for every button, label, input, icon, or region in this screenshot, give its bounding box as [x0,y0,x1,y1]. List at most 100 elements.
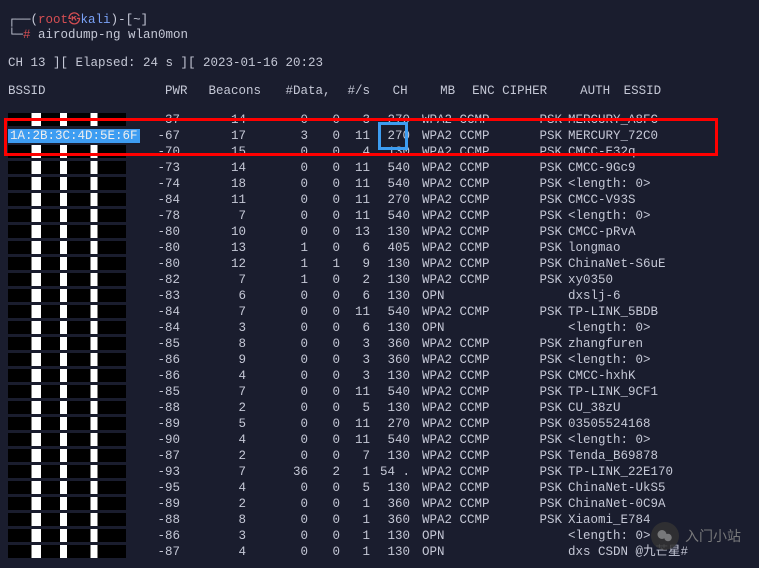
auth-cell: PSK [516,512,562,528]
enc-cell: WPA2 CCMP [410,304,516,320]
beacons-cell: 15 [180,144,246,160]
pwr-cell: -73 [138,160,180,176]
essid-cell: <length: 0> [562,176,728,192]
ch-cell: 5 [340,400,370,416]
bssid-cell [8,496,138,512]
ch-cell: 1 [340,496,370,512]
ch-cell: 1 [340,544,370,560]
ch-cell: 11 [340,304,370,320]
essid-cell: <length: 0> [562,320,728,336]
mb-cell: 130 [370,288,410,304]
enc-cell: WPA2 CCMP [410,160,516,176]
data-cell: 0 [246,336,308,352]
data-cell: 0 [246,528,308,544]
beacons-cell: 14 [180,112,246,128]
mb-cell: 360 [370,352,410,368]
beacons-cell: 10 [180,224,246,240]
ch-cell: 6 [340,320,370,336]
auth-cell: PSK [516,368,562,384]
beacons-cell: 11 [180,192,246,208]
network-row: -874001130OPNdxs CSDN @九芒星# [8,544,751,560]
pwr-cell: -90 [138,432,180,448]
airodump-status: CH 13 ][ Elapsed: 24 s ][ 2023-01-16 20:… [8,56,751,70]
network-row: -827102130WPA2 CCMPPSKxy0350 [8,272,751,288]
essid-cell: CMCC-E32q [562,144,728,160]
mb-cell: 130 [370,144,410,160]
beacons-cell: 18 [180,176,246,192]
beacons-cell: 6 [180,288,246,304]
mb-cell: 270 [370,416,410,432]
essid-cell: <length: 0> [562,352,728,368]
ch-cell: 5 [340,480,370,496]
ch-cell: 1 [340,512,370,528]
ch-cell: 1 [340,528,370,544]
bssid-cell [8,512,138,528]
ch-cell: 3 [340,368,370,384]
mb-cell: 270 [370,112,410,128]
beacons-cell: 9 [180,352,246,368]
ch-cell: 11 [340,432,370,448]
ch-cell: 3 [340,352,370,368]
beacons-cell: 2 [180,496,246,512]
auth-cell: PSK [516,160,562,176]
mb-cell: 130 [370,448,410,464]
beacons-cell: 7 [180,272,246,288]
enc-cell: OPN [410,320,516,336]
beacons-cell: 4 [180,432,246,448]
auth-cell: PSK [516,224,562,240]
bssid-cell [8,464,138,480]
data-cell: 0 [246,496,308,512]
enc-cell: WPA2 CCMP [410,432,516,448]
s-cell: 2 [308,464,340,480]
s-cell: 0 [308,304,340,320]
mb-cell: 360 [370,336,410,352]
essid-cell: zhangfuren [562,336,728,352]
auth-cell: PSK [516,400,562,416]
data-cell: 0 [246,304,308,320]
enc-cell: WPA2 CCMP [410,400,516,416]
ch-cell: 1 [340,464,370,480]
auth-cell: PSK [516,496,562,512]
beacons-cell: 4 [180,480,246,496]
enc-cell: WPA2 CCMP [410,336,516,352]
s-cell: 0 [308,288,340,304]
s-cell: 0 [308,432,340,448]
beacons-cell: 4 [180,368,246,384]
pwr-cell: -88 [138,400,180,416]
network-row: -869003360WPA2 CCMPPSK<length: 0> [8,352,751,368]
pwr-cell: -89 [138,416,180,432]
enc-cell: WPA2 CCMP [410,448,516,464]
enc-cell: WPA2 CCMP [410,464,516,480]
bssid-cell: 1A:2B:3C:4D:5E:6F [8,128,138,144]
shell-prompt-line2[interactable]: └─# airodump-ng wlan0mon [8,28,751,42]
beacons-cell: 7 [180,384,246,400]
pwr-cell: -86 [138,368,180,384]
essid-cell: TP-LINK_5BDB [562,304,728,320]
s-cell: 0 [308,112,340,128]
wechat-icon [651,522,679,550]
beacons-cell: 7 [180,304,246,320]
pwr-cell: -93 [138,464,180,480]
mb-cell: 270 [370,128,410,144]
bssid-cell [8,112,138,128]
data-cell: 1 [246,240,308,256]
pwr-cell: -70 [138,144,180,160]
network-row: -8013106405WPA2 CCMPPSKlongmao [8,240,751,256]
essid-cell: ChinaNet-0C9A [562,496,728,512]
enc-cell: WPA2 CCMP [410,272,516,288]
ch-cell: 6 [340,240,370,256]
bssid-cell [8,288,138,304]
auth-cell: PSK [516,256,562,272]
enc-cell: WPA2 CCMP [410,112,516,128]
s-cell: 0 [308,384,340,400]
pwr-cell: -82 [138,272,180,288]
mb-cell: 540 [370,208,410,224]
enc-cell: WPA2 CCMP [410,192,516,208]
mb-cell: 540 [370,176,410,192]
auth-cell: PSK [516,384,562,400]
ch-cell: 11 [340,416,370,432]
network-row: -80100013130WPA2 CCMPPSKCMCC-pRvA [8,224,751,240]
data-cell: 1 [246,256,308,272]
auth-cell: PSK [516,432,562,448]
essid-cell: <length: 0> [562,432,728,448]
